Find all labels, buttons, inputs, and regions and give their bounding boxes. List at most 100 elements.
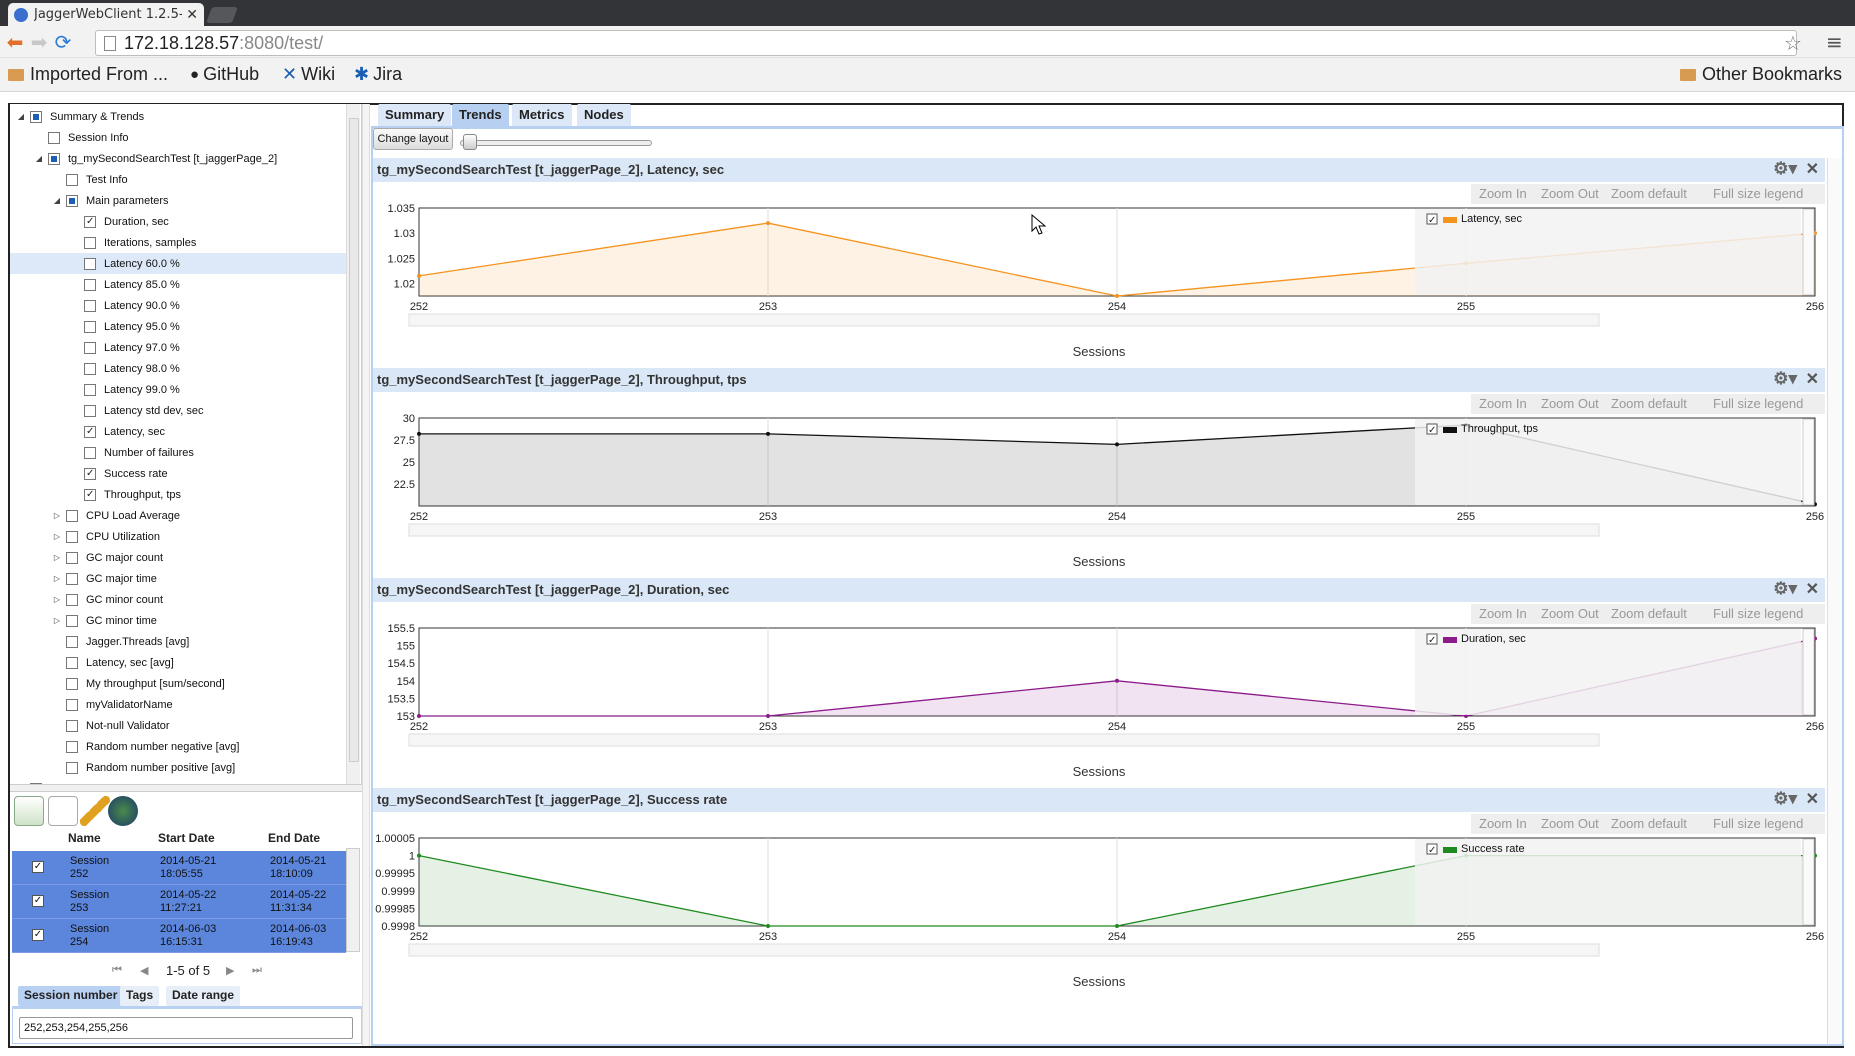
tree-item[interactable]: Latency, sec [10, 421, 346, 442]
spreadsheet-icon[interactable] [14, 796, 44, 826]
tree-checkbox[interactable] [30, 110, 42, 123]
zoom-default-button[interactable]: Zoom default [1611, 816, 1687, 831]
tree-item[interactable]: ▷ CPU Load Average [10, 505, 346, 526]
expand-toggle-icon[interactable]: ▷ [52, 595, 62, 604]
tree-checkbox[interactable] [84, 467, 96, 480]
tree-item[interactable]: Latency 95.0 % [10, 316, 346, 337]
tree-item[interactable]: ▷ GC major time [10, 568, 346, 589]
tab-session-number[interactable]: Session number [18, 986, 124, 1006]
session-row[interactable]: ✓ Session 252 2014-05-21 18:05:55 2014-05-21 1… [12, 851, 346, 885]
tree-item[interactable]: Throughput, tps [10, 484, 346, 505]
expand-toggle-icon[interactable]: ▷ [52, 511, 62, 520]
tree-checkbox[interactable] [66, 530, 78, 543]
tree-checkbox[interactable] [66, 194, 78, 207]
tree-checkbox[interactable] [66, 740, 78, 753]
close-icon[interactable]: ✕ [1806, 579, 1819, 599]
full-legend-button[interactable]: Full size legend [1713, 186, 1803, 201]
last-page-icon[interactable]: ⏭ [252, 964, 262, 977]
tree-checkbox[interactable] [66, 614, 78, 627]
full-legend-button[interactable]: Full size legend [1713, 816, 1803, 831]
tree-item[interactable]: ▷ GC major count [10, 547, 346, 568]
tree-checkbox[interactable] [84, 215, 96, 228]
tree-checkbox[interactable] [66, 572, 78, 585]
tree-item[interactable]: Session Info [10, 127, 346, 148]
tree-item[interactable]: ▷ GC minor count [10, 589, 346, 610]
tree-checkbox[interactable] [84, 362, 96, 375]
session-checkbox[interactable]: ✓ [32, 895, 44, 907]
session-row[interactable]: ✓ Session 254 2014-06-03 16:15:31 2014-06-03 1… [12, 919, 346, 953]
expand-toggle-icon[interactable]: ▷ [52, 532, 62, 541]
zoom-default-button[interactable]: Zoom default [1611, 396, 1687, 411]
full-legend-button[interactable]: Full size legend [1713, 396, 1803, 411]
bookmark-jira[interactable]: ✱ Jira [354, 64, 402, 85]
tree-item[interactable]: ◢ tg_mySecondSearchTest [t_jaggerPage_2] [10, 148, 346, 169]
tree-item[interactable]: Latency 85.0 % [10, 274, 346, 295]
zoom-out-button[interactable]: Zoom Out [1541, 186, 1599, 201]
bookmark-star-icon[interactable]: ☆ [1784, 31, 1802, 55]
tree-checkbox[interactable] [84, 278, 96, 291]
bookmark-github[interactable]: ● GitHub [190, 64, 259, 85]
tab-date-range[interactable]: Date range [166, 986, 241, 1006]
session-filter-input[interactable] [19, 1017, 353, 1039]
close-icon[interactable]: ✕ [1806, 789, 1819, 809]
tree-checkbox[interactable] [66, 509, 78, 522]
tree-checkbox[interactable] [48, 152, 60, 165]
expand-toggle-icon[interactable]: ▷ [52, 553, 62, 562]
tree-checkbox[interactable] [66, 593, 78, 606]
plot-canvas[interactable]: 252 253 254 255 256 30 27.5 25 22.5 ✓ Throughput, … [373, 414, 1825, 578]
tree-checkbox[interactable] [84, 320, 96, 333]
close-icon[interactable]: ✕ [1806, 369, 1819, 389]
scroll-thumb[interactable] [349, 118, 359, 762]
forward-icon[interactable]: ➡ [28, 31, 50, 53]
tree-checkbox[interactable] [84, 404, 96, 417]
browser-tab[interactable]: JaggerWebClient 1.2.5-Sl ✕ [8, 3, 204, 26]
session-checkbox[interactable]: ✓ [32, 861, 44, 873]
col-end-date[interactable]: End Date [268, 831, 320, 845]
session-checkbox[interactable]: ✓ [32, 929, 44, 941]
vertical-splitter[interactable] [362, 104, 370, 1046]
zoom-in-button[interactable]: Zoom In [1479, 186, 1527, 201]
expand-toggle-icon[interactable]: ◢ [34, 154, 44, 163]
col-name[interactable]: Name [68, 831, 101, 845]
tree-item[interactable]: ◢ Main parameters [10, 190, 346, 211]
tree-item[interactable]: ◢ Summary & Trends [10, 106, 346, 127]
prev-page-icon[interactable]: ◀ [140, 964, 148, 977]
tree-checkbox[interactable] [84, 257, 96, 270]
zoom-default-button[interactable]: Zoom default [1611, 606, 1687, 621]
tree-checkbox[interactable] [66, 635, 78, 648]
gear-icon[interactable]: ⚙▾ [1773, 369, 1797, 389]
zoom-default-button[interactable]: Zoom default [1611, 186, 1687, 201]
globe-icon[interactable] [108, 796, 138, 826]
expand-toggle-icon[interactable]: ▷ [52, 616, 62, 625]
reload-icon[interactable]: ⟳ [52, 31, 74, 53]
expand-toggle-icon[interactable]: ◢ [52, 196, 62, 205]
document-icon[interactable] [48, 796, 78, 826]
plot-canvas[interactable]: 252 253 254 255 256 1.035 1.03 1.025 1.02 ✓ Latenc… [373, 204, 1825, 368]
tree-item[interactable]: ▷ GC minor time [10, 610, 346, 631]
tree-item[interactable]: Test Info [10, 169, 346, 190]
close-icon[interactable]: ✕ [1806, 159, 1819, 179]
gear-icon[interactable]: ⚙▾ [1773, 789, 1797, 809]
close-tab-icon[interactable]: ✕ [186, 7, 198, 23]
plot-canvas[interactable]: 252 253 254 255 2561.0000510.999950.99990.99… [373, 834, 1825, 998]
col-start-date[interactable]: Start Date [158, 831, 215, 845]
tree-checkbox[interactable] [66, 551, 78, 564]
tree-checkbox[interactable] [66, 761, 78, 774]
tree-checkbox[interactable] [84, 236, 96, 249]
tree-checkbox[interactable] [84, 341, 96, 354]
tree-item[interactable]: Latency 97.0 % [10, 337, 346, 358]
gear-icon[interactable]: ⚙▾ [1773, 159, 1797, 179]
next-page-icon[interactable]: ▶ [226, 964, 234, 977]
tree-item[interactable]: myValidatorName [10, 694, 346, 715]
tab-tags[interactable]: Tags [120, 986, 160, 1006]
horizontal-splitter[interactable] [10, 784, 362, 792]
broom-icon[interactable] [80, 796, 110, 826]
tree-item[interactable]: Jagger.Threads [avg] [10, 631, 346, 652]
tree-item[interactable]: Latency std dev, sec [10, 400, 346, 421]
sessions-scrollbar[interactable] [346, 848, 360, 952]
other-bookmarks[interactable]: Other Bookmarks [1680, 64, 1842, 85]
tree-checkbox[interactable] [84, 299, 96, 312]
full-legend-button[interactable]: Full size legend [1713, 606, 1803, 621]
tree-checkbox[interactable] [66, 719, 78, 732]
tree-item[interactable]: Latency 99.0 % [10, 379, 346, 400]
